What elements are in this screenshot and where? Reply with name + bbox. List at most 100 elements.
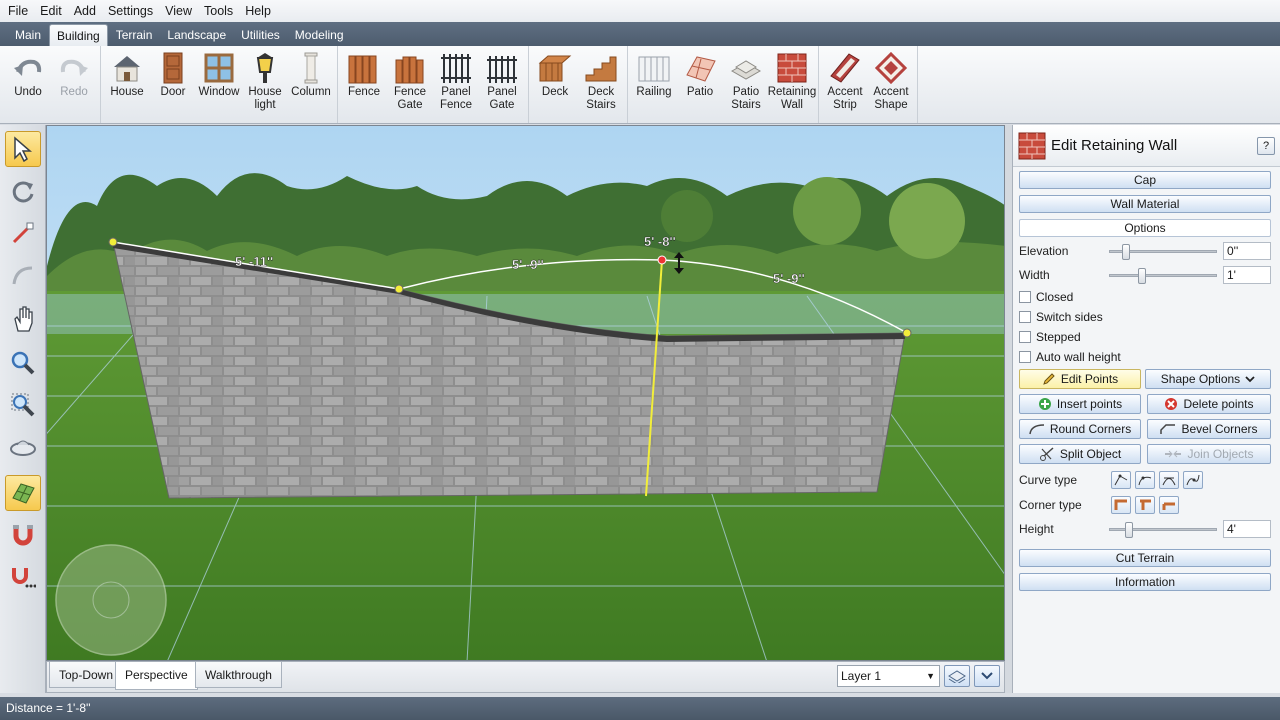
elevation-field[interactable]: 0'' — [1223, 242, 1271, 260]
menu-file[interactable]: File — [2, 0, 34, 22]
zoom-tool[interactable] — [5, 345, 41, 381]
curve-type-smooth-button[interactable] — [1135, 471, 1155, 489]
tab-landscape[interactable]: Landscape — [160, 24, 233, 46]
panel-gate-button[interactable]: Panel Gate — [479, 46, 525, 123]
shape-options-button[interactable]: Shape Options — [1145, 369, 1271, 389]
tab-modeling[interactable]: Modeling — [288, 24, 351, 46]
tab-utilities[interactable]: Utilities — [234, 24, 287, 46]
switch-sides-checkbox[interactable]: Switch sides — [1019, 310, 1103, 324]
control-point[interactable] — [394, 284, 404, 294]
accent-shape-button[interactable]: Accent Shape — [868, 46, 914, 123]
redo-button[interactable]: Redo — [51, 46, 97, 123]
control-point[interactable] — [108, 237, 118, 247]
fence-gate-button[interactable]: Fence Gate — [387, 46, 433, 123]
width-field[interactable]: 1' — [1223, 266, 1271, 284]
grid-snap-tool[interactable] — [5, 475, 41, 511]
stepped-checkbox[interactable]: Stepped — [1019, 330, 1081, 344]
width-slider[interactable] — [1109, 268, 1217, 284]
edit-points-button[interactable]: Edit Points — [1019, 369, 1141, 389]
insert-points-button[interactable]: Insert points — [1019, 394, 1141, 414]
door-button[interactable]: Door — [150, 46, 196, 123]
ribbon-group-house: House Door Window House light Column — [101, 46, 338, 123]
rotate-tool[interactable] — [5, 173, 41, 209]
house-light-button[interactable]: House light — [242, 46, 288, 123]
help-button[interactable]: ? — [1257, 137, 1275, 155]
curve-tool[interactable] — [5, 257, 41, 293]
elevation-slider-thumb[interactable] — [1122, 244, 1130, 260]
corner-type-butt-button[interactable] — [1159, 496, 1179, 514]
layers-button[interactable] — [944, 665, 970, 687]
menu-help[interactable]: Help — [239, 0, 277, 22]
deck-stairs-button[interactable]: Deck Stairs — [578, 46, 624, 123]
curve-type-free-button[interactable] — [1183, 471, 1203, 489]
retaining-wall-icon — [775, 52, 809, 84]
auto-wall-height-checkbox[interactable]: Auto wall height — [1019, 350, 1121, 364]
menu-tools[interactable]: Tools — [198, 0, 239, 22]
cap-section[interactable]: Cap — [1019, 171, 1271, 189]
menu-add[interactable]: Add — [68, 0, 102, 22]
railing-button[interactable]: Railing — [631, 46, 677, 123]
column-button[interactable]: Column — [288, 46, 334, 123]
deck-button[interactable]: Deck — [532, 46, 578, 123]
elevation-label: Elevation — [1019, 244, 1069, 258]
round-corners-button[interactable]: Round Corners — [1019, 419, 1141, 439]
control-point-selected[interactable] — [657, 255, 667, 265]
delete-points-button[interactable]: Delete points — [1147, 394, 1271, 414]
menu-edit[interactable]: Edit — [34, 0, 68, 22]
snap-options-tool[interactable] — [5, 559, 41, 595]
menu-view[interactable]: View — [159, 0, 198, 22]
patio-button[interactable]: Patio — [677, 46, 723, 123]
bevel-corners-button[interactable]: Bevel Corners — [1147, 419, 1271, 439]
checkbox-label: Stepped — [1036, 330, 1081, 344]
layer-select[interactable]: Layer 1 ▼ — [837, 665, 940, 687]
select-tool[interactable] — [5, 131, 41, 167]
tab-perspective[interactable]: Perspective — [115, 662, 198, 690]
information-section[interactable]: Information — [1019, 573, 1271, 591]
snap-magnet-tool[interactable] — [5, 517, 41, 553]
control-point[interactable] — [902, 328, 912, 338]
panel-splitter[interactable] — [1005, 125, 1012, 693]
orbit-tool[interactable] — [5, 429, 41, 465]
curve-point-icon — [1114, 474, 1128, 486]
tab-building[interactable]: Building — [49, 24, 108, 46]
pan-tool[interactable] — [5, 301, 41, 337]
panel-fence-button[interactable]: Panel Fence — [433, 46, 479, 123]
height-slider-thumb[interactable] — [1125, 522, 1133, 538]
elevation-slider[interactable] — [1109, 244, 1217, 260]
hand-icon — [14, 306, 33, 332]
tab-terrain[interactable]: Terrain — [109, 24, 160, 46]
options-section[interactable]: Options — [1019, 219, 1271, 237]
house-button[interactable]: House — [104, 46, 150, 123]
join-objects-button[interactable]: Join Objects — [1147, 444, 1271, 464]
layer-menu-button[interactable] — [974, 665, 1000, 687]
curve-type-symmetric-button[interactable] — [1159, 471, 1179, 489]
tab-top-down[interactable]: Top-Down — [49, 662, 124, 688]
width-slider-thumb[interactable] — [1138, 268, 1146, 284]
undo-button[interactable]: Undo — [5, 46, 51, 123]
height-slider[interactable] — [1109, 522, 1217, 538]
split-object-button[interactable]: Split Object — [1019, 444, 1141, 464]
accent-strip-button[interactable]: Accent Strip — [822, 46, 868, 123]
scene-canvas[interactable]: 5' -11'' 5' -9'' 5' -8'' 5' -9'' — [47, 126, 1005, 661]
magnifier-icon — [11, 351, 35, 375]
patio-stairs-button[interactable]: Patio Stairs — [723, 46, 769, 123]
curve-type-sharp-button[interactable] — [1111, 471, 1131, 489]
navigation-joystick[interactable] — [55, 544, 167, 656]
cut-terrain-section[interactable]: Cut Terrain — [1019, 549, 1271, 567]
window-button[interactable]: Window — [196, 46, 242, 123]
height-field[interactable]: 4' — [1223, 520, 1271, 538]
zoom-window-tool[interactable] — [5, 387, 41, 423]
menu-settings[interactable]: Settings — [102, 0, 159, 22]
corner-type-square-button[interactable] — [1111, 496, 1131, 514]
closed-checkbox[interactable]: Closed — [1019, 290, 1073, 304]
tab-walkthrough[interactable]: Walkthrough — [195, 662, 282, 688]
retaining-wall-button[interactable]: Retaining Wall — [768, 46, 816, 123]
tab-main[interactable]: Main — [8, 24, 48, 46]
wall-material-section[interactable]: Wall Material — [1019, 195, 1271, 213]
panel-header: Edit Retaining Wall ? — [1013, 125, 1280, 167]
3d-viewport[interactable]: 5' -11'' 5' -9'' 5' -8'' 5' -9'' — [46, 125, 1005, 661]
curve-free-icon — [1186, 474, 1200, 486]
corner-type-overlap-button[interactable] — [1135, 496, 1155, 514]
draw-line-tool[interactable] — [5, 215, 41, 251]
fence-button[interactable]: Fence — [341, 46, 387, 123]
